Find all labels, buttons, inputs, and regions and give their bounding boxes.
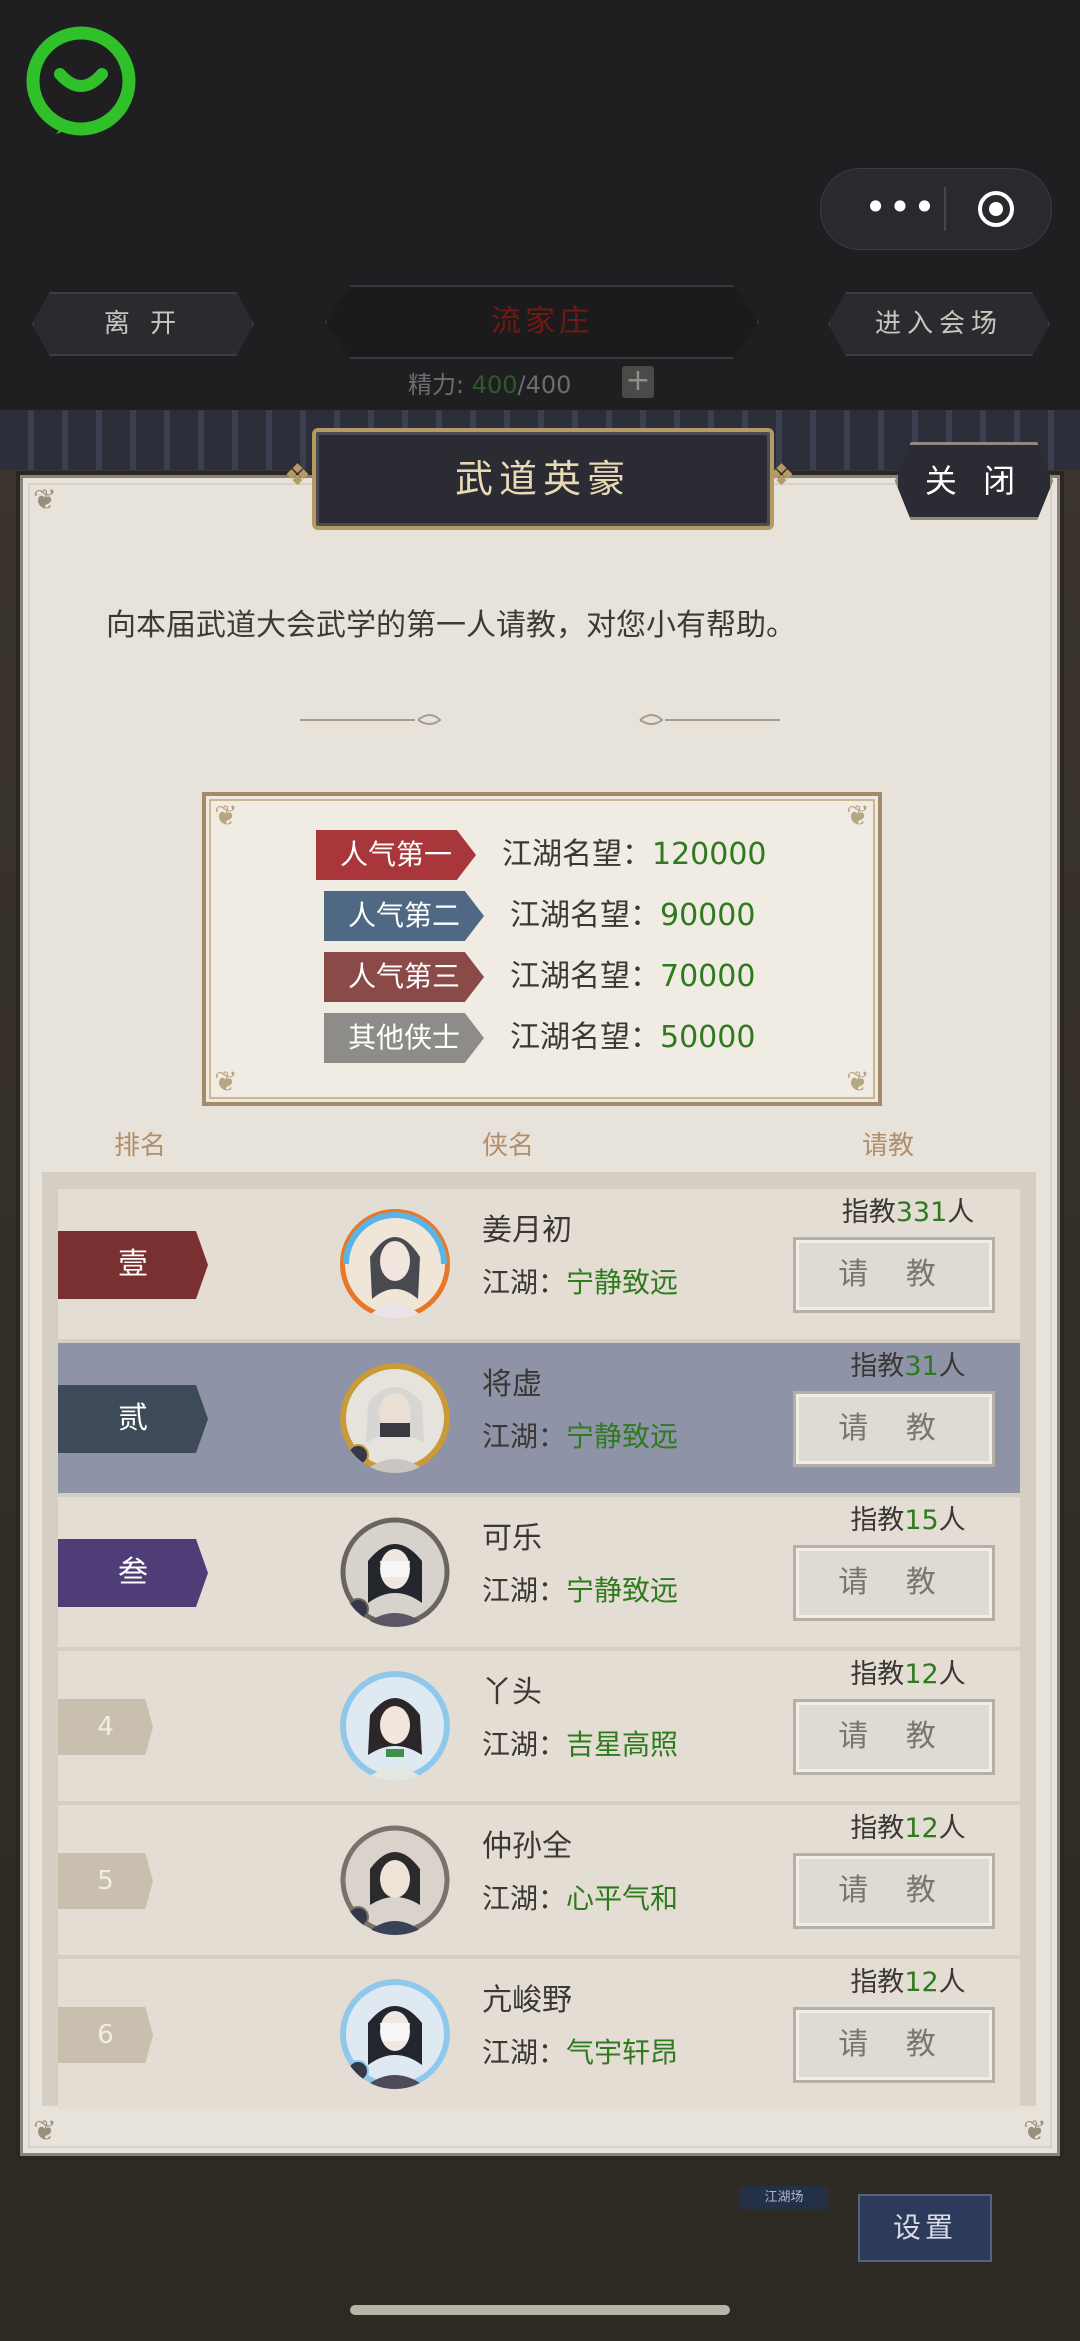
more-icon[interactable]: •••: [861, 187, 941, 231]
player-name: 将虚: [482, 1367, 542, 1402]
rank-badge: 5: [58, 1853, 153, 1909]
settings-button[interactable]: 设置: [858, 2194, 992, 2262]
player-name: 亢峻野: [482, 1983, 572, 2018]
ask-button[interactable]: 请 教: [793, 1545, 995, 1621]
corner-ornament-icon: ❦: [214, 1065, 238, 1098]
rank-badge: 贰: [58, 1385, 208, 1453]
table-row: 6 亢峻野 江湖：气宇轩昂 指教12人 请 教: [58, 1959, 1020, 2109]
table-row: 壹 姜月初 江湖：宁静致远 指教331人 请 教: [58, 1189, 1020, 1339]
reward-value: 江湖名望：50000: [510, 1020, 756, 1055]
rank-badge: 叁: [58, 1539, 208, 1607]
guidance-count: 指教31人: [850, 1351, 966, 1382]
ask-button[interactable]: 请 教: [793, 1391, 995, 1467]
table-row: 4 丫头 江湖：吉星高照 指教12人 请 教: [58, 1651, 1020, 1801]
energy-max: /400: [517, 371, 572, 399]
corner-ornament-icon: ❦: [33, 483, 57, 516]
location-title: 流家庄: [325, 285, 759, 359]
ask-button[interactable]: 请 教: [793, 2007, 995, 2083]
home-indicator[interactable]: [350, 2305, 730, 2315]
avatar[interactable]: [340, 1363, 450, 1473]
guidance-count: 指教331人: [841, 1197, 975, 1228]
close-button[interactable]: 关 闭: [895, 442, 1053, 520]
player-title: 江湖：气宇轩昂: [482, 2036, 679, 2069]
ornament-divider-icon: [300, 714, 780, 725]
avatar[interactable]: [340, 1209, 450, 1319]
player-title: 江湖：宁静致远: [482, 1574, 679, 1607]
energy-label: 精力:: [408, 371, 465, 399]
corner-ornament-icon: ❦: [1023, 2114, 1047, 2147]
reward-box: ❦ ❦ ❦ ❦ 人气第一 江湖名望：120000 人气第二 江湖名望：90000…: [202, 792, 882, 1106]
player-title: 江湖：吉星高照: [482, 1728, 679, 1761]
capsule-divider: [944, 187, 946, 231]
corner-ornament-icon: ❦: [846, 1065, 870, 1098]
player-name: 姜月初: [482, 1213, 572, 1248]
guidance-count: 指教12人: [850, 1967, 966, 1998]
reward-value: 江湖名望：120000: [502, 837, 767, 872]
avatar[interactable]: [340, 1825, 450, 1935]
enter-venue-button[interactable]: 进入会场: [828, 292, 1050, 356]
title-wing-left-icon: ❖: [284, 458, 311, 493]
background-location-tag: 江湖场: [740, 2186, 828, 2210]
header-rank: 排名: [114, 1131, 167, 1161]
player-name: 可乐: [482, 1521, 542, 1556]
avatar[interactable]: [340, 1671, 450, 1781]
reward-value: 江湖名望：70000: [510, 959, 756, 994]
reward-value: 江湖名望：90000: [510, 898, 756, 933]
app-logo-icon: [26, 26, 136, 136]
header-ask: 请教: [862, 1131, 915, 1161]
add-energy-button[interactable]: +: [622, 366, 654, 398]
reward-row: 人气第一 江湖名望：120000: [206, 830, 878, 880]
reward-tag: 人气第二: [324, 891, 484, 941]
rank-badge: 4: [58, 1699, 153, 1755]
reward-row: 其他侠士 江湖名望：50000: [206, 1013, 878, 1063]
energy-current: 400: [471, 371, 518, 399]
rank-badge: 6: [58, 2007, 153, 2063]
player-name: 仲孙全: [482, 1829, 572, 1864]
avatar[interactable]: [340, 1517, 450, 1627]
guidance-count: 指教12人: [850, 1659, 966, 1690]
table-row: 叁 可乐 江湖：宁静致远 指教15人 请 教: [58, 1497, 1020, 1647]
exit-target-icon[interactable]: [976, 189, 1016, 229]
table-row: 5 仲孙全 江湖：心平气和 指教12人 请 教: [58, 1805, 1020, 1955]
guidance-count: 指教15人: [850, 1505, 966, 1536]
player-title: 江湖：宁静致远: [482, 1420, 679, 1453]
reward-tag: 其他侠士: [324, 1013, 484, 1063]
intro-text: 向本届武道大会武学的第一人请教，对您小有帮助。: [106, 608, 796, 643]
reward-tag: 人气第一: [316, 830, 476, 880]
player-name: 丫头: [482, 1675, 542, 1710]
reward-row: 人气第三 江湖名望：70000: [206, 952, 878, 1002]
ask-button[interactable]: 请 教: [793, 1699, 995, 1775]
corner-ornament-icon: ❦: [33, 2114, 57, 2147]
miniprogram-capsule: •••: [820, 168, 1052, 250]
ask-button[interactable]: 请 教: [793, 1853, 995, 1929]
dialog-title: 武道英豪: [312, 428, 774, 530]
rank-badge: 壹: [58, 1231, 208, 1299]
player-title: 江湖：宁静致远: [482, 1266, 679, 1299]
reward-row: 人气第二 江湖名望：90000: [206, 891, 878, 941]
ask-button[interactable]: 请 教: [793, 1237, 995, 1313]
header-name: 侠名: [482, 1131, 535, 1161]
avatar[interactable]: [340, 1979, 450, 2089]
leave-button[interactable]: 离 开: [32, 292, 254, 356]
table-row: 贰 将虚 江湖：宁静致远 指教31人 请 教: [58, 1343, 1020, 1493]
energy-readout: 精力: 400/400: [408, 365, 571, 401]
reward-tag: 人气第三: [324, 952, 484, 1002]
player-title: 江湖：心平气和: [482, 1882, 679, 1915]
guidance-count: 指教12人: [850, 1813, 966, 1844]
